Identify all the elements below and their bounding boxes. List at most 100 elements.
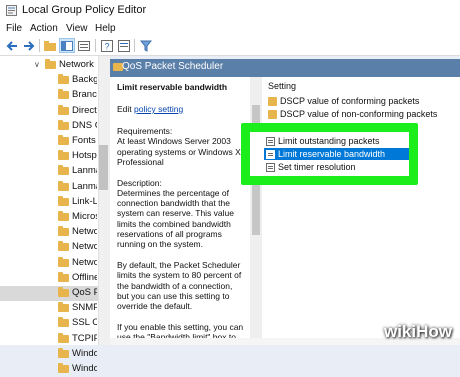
folder-icon (58, 347, 69, 358)
tree-item[interactable]: SNMP (0, 301, 100, 316)
description-line: limits the system to 80 percent of (117, 270, 242, 281)
description-line: system can reserve. This value (117, 208, 234, 219)
tree-item[interactable]: Fonts (0, 134, 100, 149)
policy-setting-icon (266, 150, 275, 159)
tree-item-label: Netwo (72, 226, 97, 238)
policy-setting-icon (266, 163, 275, 172)
tree-item[interactable]: ∨ Network (0, 58, 100, 73)
folder-icon (58, 104, 69, 115)
tree-item-label: DirectA (72, 104, 97, 116)
menu-view[interactable]: View (66, 23, 88, 34)
toolbar-separator (95, 39, 96, 52)
description-line: override the default. (117, 301, 193, 312)
back-arrow-icon[interactable] (4, 38, 20, 53)
toolbar: ? (0, 36, 460, 56)
tree-item-label: SSL Co (72, 317, 97, 329)
tree-item[interactable]: DirectA (0, 104, 100, 119)
policy-setting-link[interactable]: policy setting (134, 104, 183, 114)
folder-icon (58, 195, 69, 206)
tree-item-label: Micros (72, 211, 97, 222)
pane-header-title: QoS Packet Scheduler (122, 61, 224, 72)
window-title: Local Group Policy Editor (22, 4, 147, 16)
tree-item-label: Netwo (72, 256, 97, 268)
tree-item[interactable]: Netwo (0, 225, 100, 240)
folder-icon (58, 317, 69, 328)
description-line: At least Windows Server 2003 (117, 136, 231, 147)
folder-icon (268, 110, 277, 119)
description-line: operating systems or Windows XP (117, 146, 247, 157)
tree-item-label: Network (59, 59, 94, 70)
tree-item-label: DNS C (72, 119, 97, 131)
tree-item-label: Hotspo (72, 150, 97, 162)
tree-item[interactable]: Branch (0, 88, 100, 103)
folder-icon (58, 165, 69, 176)
folder-icon (58, 211, 69, 221)
menu-help[interactable]: Help (95, 23, 116, 34)
folder-icon (58, 180, 69, 191)
folder-icon (58, 74, 69, 85)
tree-item-label: Backgr (72, 74, 97, 86)
tree-item[interactable]: Hotspo (0, 149, 100, 164)
filter-icon[interactable] (138, 38, 154, 53)
description-line: Description: (117, 177, 162, 188)
setting-label: Limit reservable bandwidth (278, 149, 386, 159)
properties-icon[interactable] (116, 38, 132, 53)
setting-column-header[interactable]: Setting (268, 81, 296, 91)
folder-icon (58, 89, 69, 100)
show-hide-tree-icon[interactable] (59, 38, 75, 53)
policy-title: Limit reservable bandwidth (117, 82, 228, 92)
edit-policy-line: Edit policy setting (117, 104, 183, 114)
folder-icon (58, 241, 69, 252)
setting-label: DSCP value of conforming packets (280, 96, 420, 106)
tree-item[interactable]: Windo (0, 362, 100, 377)
menu-action[interactable]: Action (30, 23, 58, 34)
tree-item[interactable]: Lanma (0, 164, 100, 179)
setting-label: DSCP value of non-conforming packets (280, 109, 438, 119)
tree-item-label: Windo (72, 363, 97, 374)
toolbar-separator (134, 39, 135, 52)
tree-scrollbar-thumb[interactable] (99, 145, 108, 190)
tree-item[interactable]: DNS C (0, 119, 100, 134)
folder-icon (58, 150, 69, 161)
toolbar-separator (39, 39, 40, 52)
tree-item[interactable]: Netwo (0, 240, 100, 255)
tree-item[interactable]: Micros (0, 210, 100, 225)
menu-file[interactable]: File (6, 23, 22, 34)
tree-item-label: Lanma (72, 165, 97, 177)
folder-icon (58, 332, 69, 343)
tree-item[interactable]: Windo (0, 347, 100, 362)
folder-icon (58, 363, 69, 373)
setting-label: Limit outstanding packets (278, 136, 380, 146)
tree-item[interactable]: Netwo (0, 256, 100, 271)
help-icon[interactable]: ? (99, 38, 115, 53)
tree-item-label: Windo (72, 347, 97, 359)
tree-scrollbar[interactable] (98, 56, 110, 345)
tree-item-label: Link-La (72, 195, 97, 207)
policy-editor-icon (6, 5, 17, 16)
forward-arrow-icon[interactable] (21, 38, 37, 53)
description-line: but you can use this setting to (117, 290, 230, 301)
description-pane: Limit reservable bandwidth Edit policy s… (110, 77, 255, 345)
description-line: running on the system. (117, 239, 203, 250)
tree-item[interactable]: Backgr (0, 73, 100, 88)
up-folder-icon[interactable] (42, 38, 58, 53)
folder-icon (58, 271, 69, 282)
description-line: Professional (117, 156, 164, 167)
export-list-icon[interactable] (76, 38, 92, 53)
tree-item[interactable]: SSL Co (0, 316, 100, 331)
tree-item-label: TCPIP (72, 332, 97, 344)
expand-chevron-icon[interactable]: ∨ (34, 60, 40, 69)
tree-item[interactable]: Link-La (0, 195, 100, 210)
description-line: Requirements: (117, 126, 173, 136)
folder-icon (58, 226, 69, 237)
tree-item[interactable]: Lanma (0, 180, 100, 195)
folder-icon (58, 287, 69, 297)
tree-item[interactable]: TCPIP (0, 332, 100, 347)
folder-icon (268, 97, 277, 106)
tree-item[interactable]: QoS Pa (0, 286, 100, 301)
tree-item[interactable]: Offline (0, 271, 100, 286)
description-line: By default, the Packet Scheduler (117, 259, 241, 270)
tree-item-label: Branch (72, 89, 97, 101)
tree-item-label: SNMP (72, 302, 97, 314)
description-line: connection bandwidth that the (117, 198, 230, 209)
